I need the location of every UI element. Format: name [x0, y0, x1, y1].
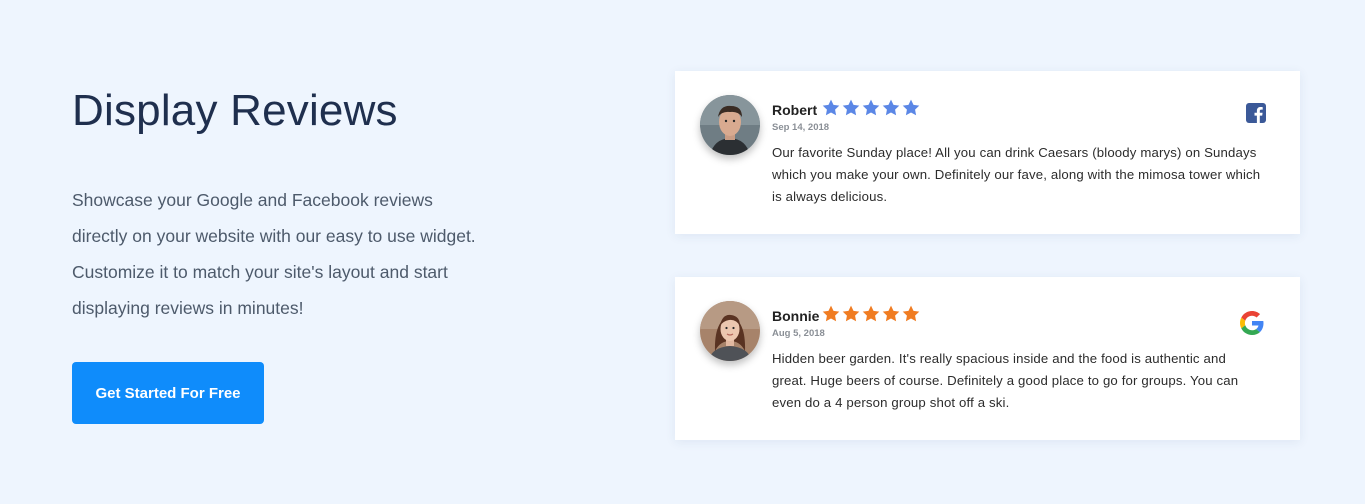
star-rating — [822, 305, 920, 322]
review-date: Aug 5, 2018 — [772, 328, 825, 339]
star-icon — [862, 305, 880, 322]
hero-description: Showcase your Google and Facebook review… — [72, 190, 476, 318]
star-icon — [822, 305, 840, 322]
star-icon — [842, 99, 860, 116]
avatar — [700, 95, 760, 155]
star-icon — [862, 99, 880, 116]
facebook-icon — [1245, 102, 1267, 124]
review-text: Our favorite Sunday place! All you can d… — [772, 145, 1261, 204]
review-card-robert: Robert Sep 14, 2018 Our favorite Sunday … — [675, 71, 1300, 234]
google-icon — [1240, 311, 1264, 335]
page-title: Display Reviews — [72, 86, 398, 135]
review-text: Hidden beer garden. It's really spacious… — [772, 351, 1239, 410]
star-rating — [822, 99, 920, 116]
reviewer-name: Robert — [772, 102, 818, 118]
star-icon — [902, 99, 920, 116]
avatar — [700, 301, 760, 361]
star-icon — [842, 305, 860, 322]
star-icon — [882, 305, 900, 322]
star-icon — [902, 305, 920, 322]
review-date: Sep 14, 2018 — [772, 122, 830, 133]
reviewer-name: Bonnie — [772, 308, 820, 324]
star-icon — [882, 99, 900, 116]
review-card-bonnie: Bonnie Aug 5, 2018 Hidden beer garden. I… — [675, 277, 1300, 440]
get-started-button[interactable]: Get Started For Free — [72, 362, 264, 424]
star-icon — [822, 99, 840, 116]
